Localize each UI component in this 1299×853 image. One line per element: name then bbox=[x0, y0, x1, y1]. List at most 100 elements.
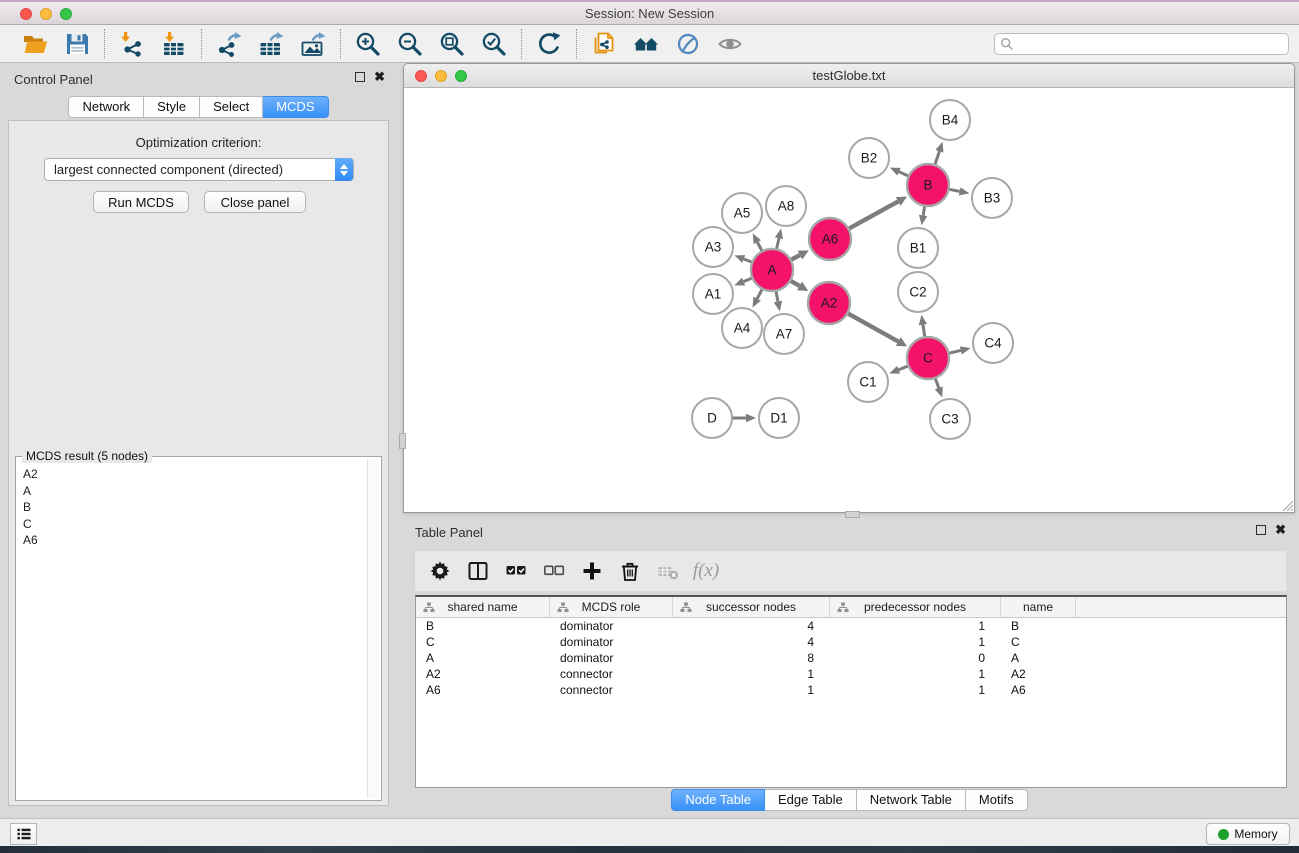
clone-network-icon[interactable] bbox=[587, 29, 621, 59]
zoom-in-icon[interactable] bbox=[351, 29, 385, 59]
table-cell[interactable]: 1 bbox=[830, 667, 1001, 681]
network-window-titlebar[interactable]: testGlobe.txt bbox=[404, 64, 1294, 88]
table-row[interactable]: Adominator80A bbox=[416, 650, 1286, 666]
mcds-result-list[interactable]: A2ABCA6 bbox=[19, 460, 365, 797]
table-cell[interactable]: 1 bbox=[830, 619, 1001, 633]
table-cell[interactable]: A bbox=[1001, 651, 1076, 665]
table-row[interactable]: Cdominator41C bbox=[416, 634, 1286, 650]
graph-node-A8[interactable]: A8 bbox=[766, 186, 806, 226]
graph-edge-A-A3[interactable] bbox=[744, 259, 753, 262]
graph-node-B1[interactable]: B1 bbox=[898, 228, 938, 268]
column-header-successor-nodes[interactable]: successor nodes bbox=[673, 597, 830, 617]
table-cell[interactable]: 1 bbox=[830, 635, 1001, 649]
table-row[interactable]: A6connector11A6 bbox=[416, 682, 1286, 698]
graph-edge-A2-C[interactable] bbox=[847, 313, 898, 341]
zoom-selected-icon[interactable] bbox=[477, 29, 511, 59]
mcds-result-item[interactable]: B bbox=[23, 499, 361, 516]
select-all-icon[interactable] bbox=[501, 556, 531, 586]
column-header-predecessor-nodes[interactable]: predecessor nodes bbox=[830, 597, 1001, 617]
search-input[interactable] bbox=[994, 33, 1289, 55]
table-cell[interactable]: C bbox=[416, 635, 550, 649]
eye-icon[interactable] bbox=[713, 29, 747, 59]
table-cell[interactable]: A6 bbox=[416, 683, 550, 697]
graph-edge-B-B4[interactable] bbox=[935, 151, 940, 165]
panel-divider-grip[interactable] bbox=[399, 433, 406, 449]
table-cell[interactable]: A2 bbox=[1001, 667, 1076, 681]
memory-button[interactable]: Memory bbox=[1206, 823, 1290, 845]
close-panel-button[interactable]: Close panel bbox=[204, 191, 306, 213]
close-panel-icon[interactable]: ✖ bbox=[374, 72, 385, 82]
column-header-MCDS-role[interactable]: MCDS role bbox=[550, 597, 673, 617]
graphics-details-icon[interactable] bbox=[671, 29, 705, 59]
graph-edge-A-A4[interactable] bbox=[757, 289, 762, 299]
graph-node-C1[interactable]: C1 bbox=[848, 362, 888, 402]
graph-node-C2[interactable]: C2 bbox=[898, 272, 938, 312]
graph-node-A7[interactable]: A7 bbox=[764, 314, 804, 354]
tab-edge-table[interactable]: Edge Table bbox=[765, 789, 857, 811]
export-network-icon[interactable] bbox=[212, 29, 246, 59]
float-panel-icon[interactable] bbox=[355, 72, 365, 82]
mcds-result-item[interactable]: A2 bbox=[23, 466, 361, 483]
import-network-icon[interactable] bbox=[115, 29, 149, 59]
graph-edge-B-B1[interactable] bbox=[923, 206, 925, 216]
table-cell[interactable]: dominator bbox=[550, 619, 673, 633]
graph-edge-A-A5[interactable] bbox=[757, 242, 762, 251]
mcds-result-item[interactable]: A bbox=[23, 483, 361, 500]
export-image-icon[interactable] bbox=[296, 29, 330, 59]
network-canvas[interactable]: B4B2BB3A5A8A6A3B1AA1C2A2A4A7C4CC1C3DD1 bbox=[404, 88, 1294, 512]
table-cell[interactable]: dominator bbox=[550, 635, 673, 649]
criterion-dropdown[interactable]: largest connected component (directed) bbox=[44, 158, 354, 181]
table-cell[interactable]: 0 bbox=[830, 651, 1001, 665]
graph-node-A1[interactable]: A1 bbox=[693, 274, 733, 314]
graph-node-A3[interactable]: A3 bbox=[693, 227, 733, 267]
table-cell[interactable]: B bbox=[416, 619, 550, 633]
graph-edge-A-A8[interactable] bbox=[776, 238, 778, 249]
graph-node-A6[interactable]: A6 bbox=[809, 218, 851, 260]
mcds-result-item[interactable]: C bbox=[23, 516, 361, 533]
tab-node-table[interactable]: Node Table bbox=[671, 789, 765, 811]
graph-edge-C-C3[interactable] bbox=[935, 378, 939, 388]
graph-node-C3[interactable]: C3 bbox=[930, 399, 970, 439]
graph-node-C[interactable]: C bbox=[907, 337, 949, 379]
tab-network[interactable]: Network bbox=[68, 96, 144, 118]
table-cell[interactable]: B bbox=[1001, 619, 1076, 633]
table-row[interactable]: A2connector11A2 bbox=[416, 666, 1286, 682]
show-hide-panels-icon[interactable] bbox=[629, 29, 663, 59]
run-mcds-button[interactable]: Run MCDS bbox=[93, 191, 189, 213]
graph-node-A5[interactable]: A5 bbox=[722, 193, 762, 233]
graph-edge-C-C4[interactable] bbox=[948, 350, 960, 353]
zoom-fit-icon[interactable] bbox=[435, 29, 469, 59]
graph-edge-A-A7[interactable] bbox=[776, 291, 778, 302]
float-table-panel-icon[interactable] bbox=[1256, 525, 1266, 535]
deselect-all-icon[interactable] bbox=[539, 556, 569, 586]
graph-node-B4[interactable]: B4 bbox=[930, 100, 970, 140]
add-column-icon[interactable] bbox=[577, 556, 607, 586]
close-table-panel-icon[interactable]: ✖ bbox=[1275, 525, 1286, 535]
graph-edge-B-B3[interactable] bbox=[949, 189, 960, 191]
table-cell[interactable]: 8 bbox=[673, 651, 830, 665]
table-cell[interactable]: 1 bbox=[673, 667, 830, 681]
graph-node-D[interactable]: D bbox=[692, 398, 732, 438]
graph-edge-B-B2[interactable] bbox=[899, 172, 909, 177]
table-cell[interactable]: 4 bbox=[673, 619, 830, 633]
table-cell[interactable]: connector bbox=[550, 683, 673, 697]
zoom-out-icon[interactable] bbox=[393, 29, 427, 59]
save-session-icon[interactable] bbox=[60, 29, 94, 59]
graph-node-A2[interactable]: A2 bbox=[808, 282, 850, 324]
graph-node-B3[interactable]: B3 bbox=[972, 178, 1012, 218]
open-file-icon[interactable] bbox=[18, 29, 52, 59]
table-row[interactable]: Bdominator41B bbox=[416, 618, 1286, 634]
graph-edge-C-C2[interactable] bbox=[923, 325, 925, 338]
table-settings-gear-icon[interactable] bbox=[425, 556, 455, 586]
import-table-icon[interactable] bbox=[157, 29, 191, 59]
graph-edge-A-A2[interactable] bbox=[790, 281, 799, 286]
table-cell[interactable]: C bbox=[1001, 635, 1076, 649]
task-history-button[interactable] bbox=[10, 823, 37, 845]
graph-edge-A-A1[interactable] bbox=[744, 278, 753, 282]
graph-node-D1[interactable]: D1 bbox=[759, 398, 799, 438]
tab-motifs[interactable]: Motifs bbox=[966, 789, 1028, 811]
graph-node-A4[interactable]: A4 bbox=[722, 308, 762, 348]
table-cell[interactable]: connector bbox=[550, 667, 673, 681]
graph-edge-A6-B[interactable] bbox=[848, 201, 898, 228]
graph-node-B2[interactable]: B2 bbox=[849, 138, 889, 178]
